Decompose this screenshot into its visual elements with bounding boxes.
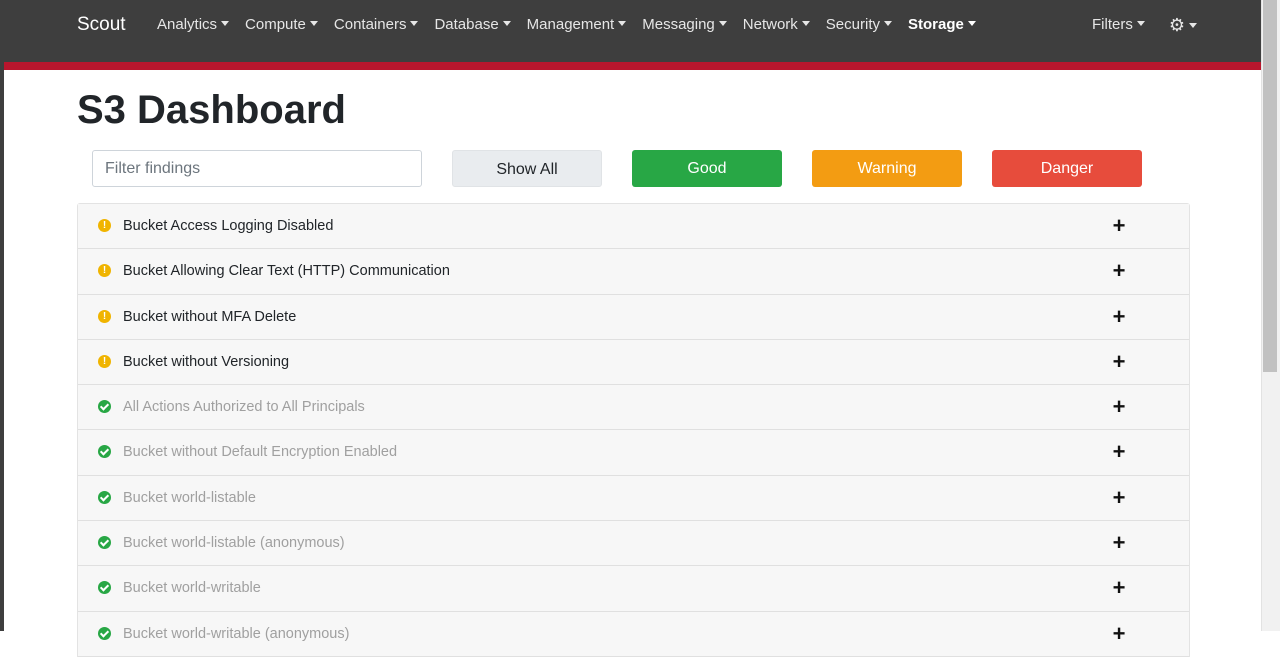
settings-dropdown[interactable]: ⚙ [1169, 15, 1197, 35]
nav-right: Filters ⚙ [1084, 15, 1197, 35]
exclamation-circle-icon [98, 309, 111, 323]
nav-item-compute[interactable]: Compute [237, 15, 326, 35]
finding-row[interactable]: Bucket Access Logging Disabled + [78, 204, 1189, 250]
gear-icon: ⚙ [1168, 15, 1185, 35]
nav-item-label: Database [434, 16, 499, 33]
nav-item-label: Security [825, 16, 880, 33]
finding-row[interactable]: All Actions Authorized to All Principals… [78, 385, 1189, 431]
chevron-down-icon [967, 21, 976, 26]
finding-label: Bucket without Default Encryption Enable… [123, 444, 398, 461]
finding-label: All Actions Authorized to All Principals [123, 399, 365, 416]
finding-row[interactable]: Bucket world-listable (anonymous) + [78, 521, 1189, 567]
check-circle-icon [98, 490, 111, 504]
nav-item-management[interactable]: Management [519, 15, 635, 35]
nav-item-database[interactable]: Database [426, 15, 518, 35]
check-circle-icon [98, 400, 111, 414]
check-circle-icon [98, 581, 111, 595]
finding-label: Bucket Allowing Clear Text (HTTP) Commun… [123, 263, 450, 280]
finding-label: Bucket world-listable (anonymous) [123, 535, 345, 552]
filters-dropdown[interactable]: Filters [1084, 15, 1153, 35]
check-circle-icon [98, 445, 111, 459]
finding-row[interactable]: Bucket without Default Encryption Enable… [78, 430, 1189, 476]
check-circle-icon [98, 536, 111, 550]
scrollbar-thumb[interactable] [1263, 0, 1277, 372]
nav-item-messaging[interactable]: Messaging [634, 15, 735, 35]
finding-label: Bucket without MFA Delete [123, 308, 297, 325]
warning-filter-button[interactable]: Warning [812, 150, 962, 187]
chevron-down-icon [718, 21, 727, 26]
top-navbar: Scout Analytics Compute Containers Database… [4, 0, 1261, 62]
brand-logo[interactable]: Scout [77, 14, 126, 36]
finding-label: Bucket world-writable (anonymous) [123, 625, 350, 642]
danger-filter-button[interactable]: Danger [992, 150, 1142, 187]
finding-label: Bucket Access Logging Disabled [123, 218, 334, 234]
nav-item-label: Storage [907, 16, 964, 33]
nav-item-analytics[interactable]: Analytics [149, 15, 237, 35]
finding-row[interactable]: Bucket without MFA Delete + [78, 294, 1189, 340]
check-circle-icon [98, 626, 111, 640]
nav-item-security[interactable]: Security [818, 15, 900, 35]
expand-plus-icon[interactable]: + [1111, 486, 1127, 509]
exclamation-circle-icon [98, 354, 111, 368]
exclamation-circle-icon [98, 219, 111, 232]
chevron-down-icon [801, 21, 810, 26]
chevron-down-icon [618, 21, 627, 26]
chevron-down-icon [1188, 23, 1197, 28]
expand-plus-icon[interactable]: + [1111, 396, 1127, 418]
finding-label: Bucket without Versioning [123, 353, 290, 370]
nav-item-label: Analytics [157, 16, 218, 33]
finding-row[interactable]: Bucket without Versioning + [78, 339, 1189, 386]
filter-findings-input[interactable] [92, 150, 422, 187]
expand-plus-icon[interactable]: + [1111, 532, 1127, 554]
chevron-down-icon [1136, 21, 1145, 26]
finding-row[interactable]: Bucket Allowing Clear Text (HTTP) Commun… [78, 249, 1189, 295]
filters-label: Filters [1092, 16, 1133, 33]
expand-plus-icon[interactable]: + [1111, 260, 1127, 282]
nav-item-storage[interactable]: Storage [900, 15, 984, 35]
nav-item-label: Messaging [642, 16, 715, 33]
expand-plus-icon[interactable]: + [1111, 441, 1127, 463]
chevron-down-icon [309, 21, 318, 26]
chevron-down-icon [221, 21, 230, 26]
nav-item-label: Containers [333, 16, 407, 33]
findings-list: Bucket Access Logging Disabled + Bucket Al… [77, 203, 1190, 657]
nav-item-label: Compute [245, 16, 306, 33]
expand-plus-icon[interactable]: + [1111, 215, 1127, 237]
finding-label: Bucket world-writable [123, 580, 261, 597]
finding-row[interactable]: Bucket world-writable + [78, 566, 1189, 612]
page-title: S3 Dashboard [77, 88, 346, 132]
window-frame [0, 0, 4, 631]
chevron-down-icon [883, 21, 892, 26]
exclamation-circle-icon [98, 264, 111, 278]
expand-plus-icon[interactable]: + [1111, 350, 1127, 373]
nav-menu: Analytics Compute Containers Database Manage… [149, 15, 984, 35]
expand-plus-icon[interactable]: + [1111, 577, 1127, 599]
finding-row[interactable]: Bucket world-listable + [78, 475, 1189, 522]
nav-item-network[interactable]: Network [735, 15, 818, 35]
show-all-button[interactable]: Show All [452, 150, 602, 187]
chevron-down-icon [502, 21, 511, 26]
chevron-down-icon [410, 21, 419, 26]
nav-item-containers[interactable]: Containers [326, 15, 427, 35]
nav-item-label: Network [742, 16, 798, 33]
nav-item-label: Management [526, 16, 615, 33]
expand-plus-icon[interactable]: + [1111, 622, 1127, 645]
good-filter-button[interactable]: Good [632, 150, 782, 187]
finding-row[interactable]: Bucket world-writable (anonymous) + [78, 611, 1189, 657]
expand-plus-icon[interactable]: + [1111, 305, 1127, 328]
navbar-accent-stripe [4, 62, 1261, 70]
finding-label: Bucket world-listable [123, 489, 256, 506]
